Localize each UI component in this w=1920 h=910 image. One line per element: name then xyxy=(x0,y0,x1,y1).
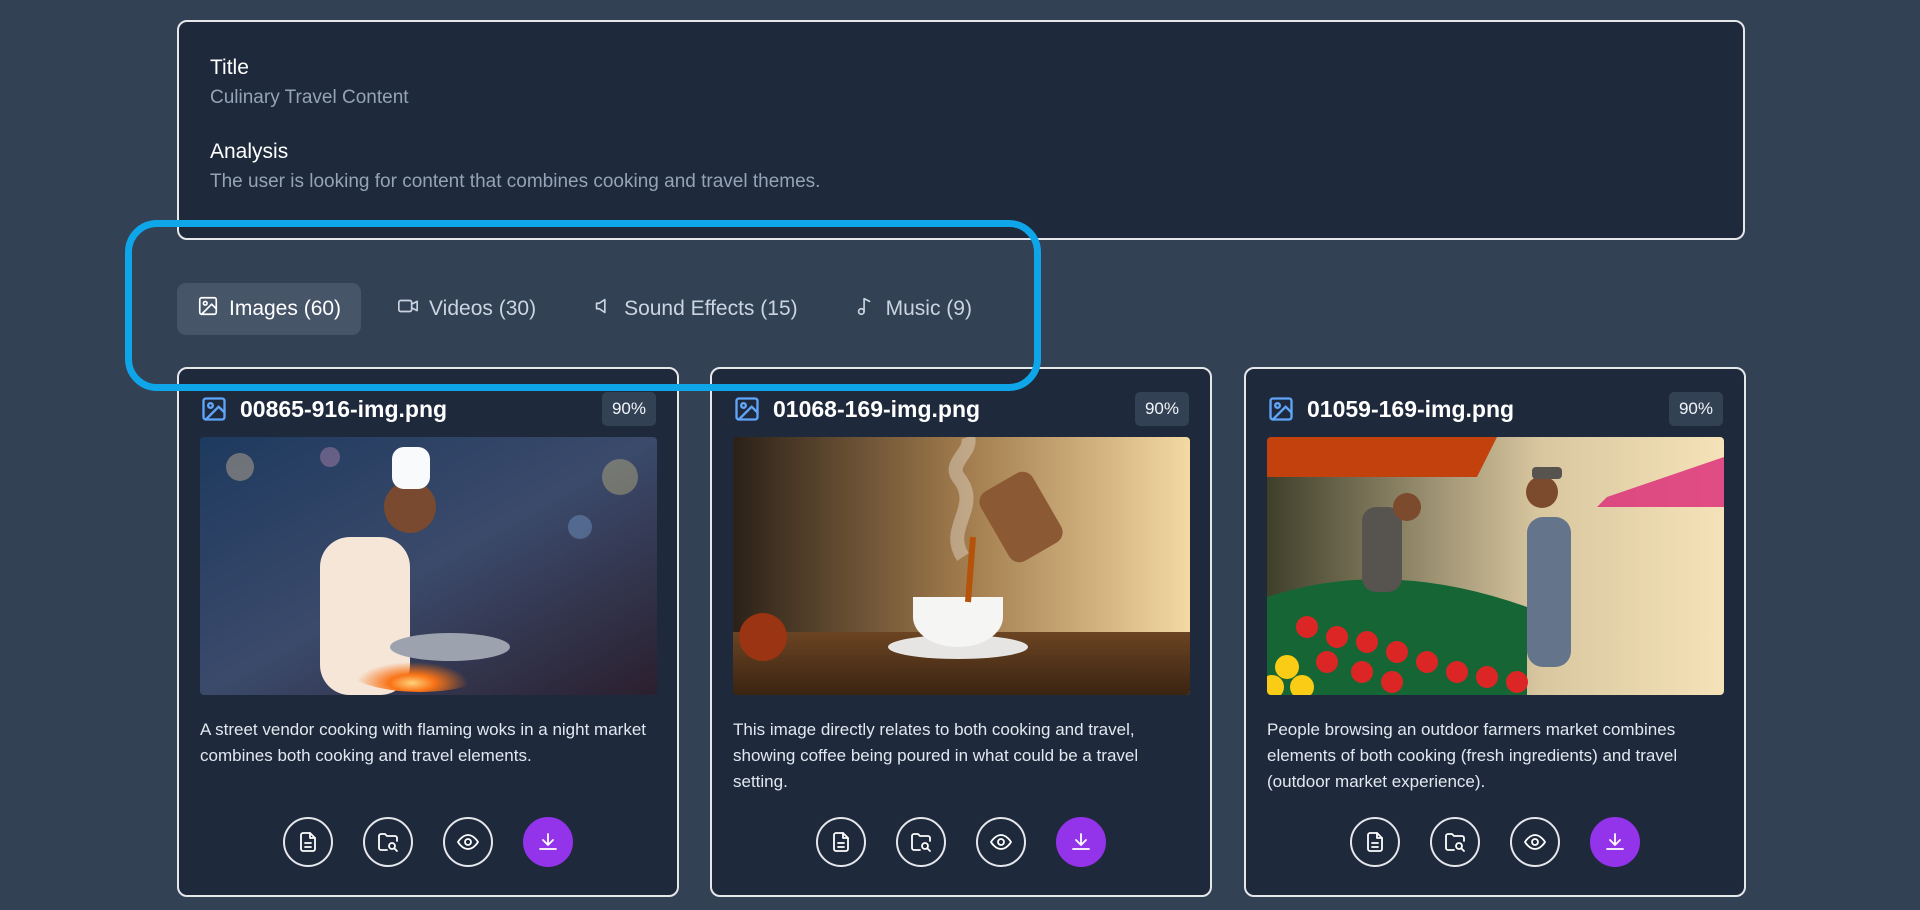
download-icon xyxy=(1606,833,1624,850)
details-button[interactable] xyxy=(1350,817,1400,867)
tab-images[interactable]: Images (60) xyxy=(177,283,362,335)
card-thumbnail-image[interactable] xyxy=(200,437,657,695)
page: Title Culinary Travel Content Analysis T… xyxy=(0,0,1920,910)
tab-videos-label: Videos (30) xyxy=(429,297,537,320)
image-file-icon xyxy=(733,395,761,423)
media-tabs: Images (60) Videos (30) Sound Effects (1… xyxy=(177,283,1008,335)
download-button[interactable] xyxy=(1590,817,1640,867)
eye-icon xyxy=(1524,834,1546,850)
find-similar-button[interactable] xyxy=(896,817,946,867)
card-filename: 00865-916-img.png xyxy=(240,395,448,422)
eye-icon xyxy=(457,834,479,850)
details-button[interactable] xyxy=(283,817,333,867)
image-file-icon xyxy=(200,395,228,423)
document-icon xyxy=(833,832,849,852)
query-summary-panel: Title Culinary Travel Content Analysis T… xyxy=(177,20,1745,240)
preview-button[interactable] xyxy=(1510,817,1560,867)
result-card: 01068-169-img.png 90% This image directl… xyxy=(710,367,1212,897)
speaker-icon xyxy=(592,295,614,323)
find-similar-button[interactable] xyxy=(363,817,413,867)
find-similar-button[interactable] xyxy=(1430,817,1480,867)
folder-search-icon xyxy=(378,833,398,852)
analysis-value: The user is looking for content that com… xyxy=(210,171,821,192)
relevance-score-badge: 90% xyxy=(1134,392,1189,426)
eye-icon xyxy=(990,834,1012,850)
card-thumbnail-image[interactable] xyxy=(1267,437,1724,695)
relevance-score-badge: 90% xyxy=(601,392,656,426)
tab-videos[interactable]: Videos (30) xyxy=(377,283,556,335)
folder-search-icon xyxy=(1445,833,1465,852)
download-icon xyxy=(539,833,557,850)
card-description: This image directly relates to both cook… xyxy=(733,720,1139,791)
document-icon xyxy=(1367,832,1383,852)
image-file-icon xyxy=(1267,395,1295,423)
tab-sound-effects-label: Sound Effects (15) xyxy=(624,297,798,320)
card-description: A street vendor cooking with flaming wok… xyxy=(200,720,646,765)
card-filename: 01059-169-img.png xyxy=(1307,395,1515,422)
tab-images-label: Images (60) xyxy=(229,297,342,320)
tab-music[interactable]: Music (9) xyxy=(834,283,992,335)
result-card: 01059-169-img.png 90% People browsing an… xyxy=(1244,367,1746,897)
card-actions xyxy=(733,817,1189,867)
card-filename: 01068-169-img.png xyxy=(773,395,981,422)
image-icon xyxy=(197,295,219,323)
card-actions xyxy=(1267,817,1723,867)
folder-search-icon xyxy=(911,833,931,852)
details-button[interactable] xyxy=(816,817,866,867)
preview-button[interactable] xyxy=(976,817,1026,867)
tab-music-label: Music (9) xyxy=(885,297,972,320)
download-button[interactable] xyxy=(1056,817,1106,867)
video-icon xyxy=(397,295,419,323)
document-icon xyxy=(300,832,316,852)
card-actions xyxy=(200,817,656,867)
preview-button[interactable] xyxy=(443,817,493,867)
music-note-icon xyxy=(854,295,876,323)
card-description: People browsing an outdoor farmers marke… xyxy=(1267,720,1678,791)
analysis-label: Analysis xyxy=(210,140,289,163)
relevance-score-badge: 90% xyxy=(1668,392,1723,426)
title-label: Title xyxy=(210,56,249,79)
tab-sound-effects[interactable]: Sound Effects (15) xyxy=(572,283,818,335)
download-icon xyxy=(1072,833,1090,850)
download-button[interactable] xyxy=(523,817,573,867)
card-thumbnail-image[interactable] xyxy=(733,437,1190,695)
result-card: 00865-916-img.png 90% A street vendor co… xyxy=(177,367,679,897)
title-value: Culinary Travel Content xyxy=(210,87,409,108)
